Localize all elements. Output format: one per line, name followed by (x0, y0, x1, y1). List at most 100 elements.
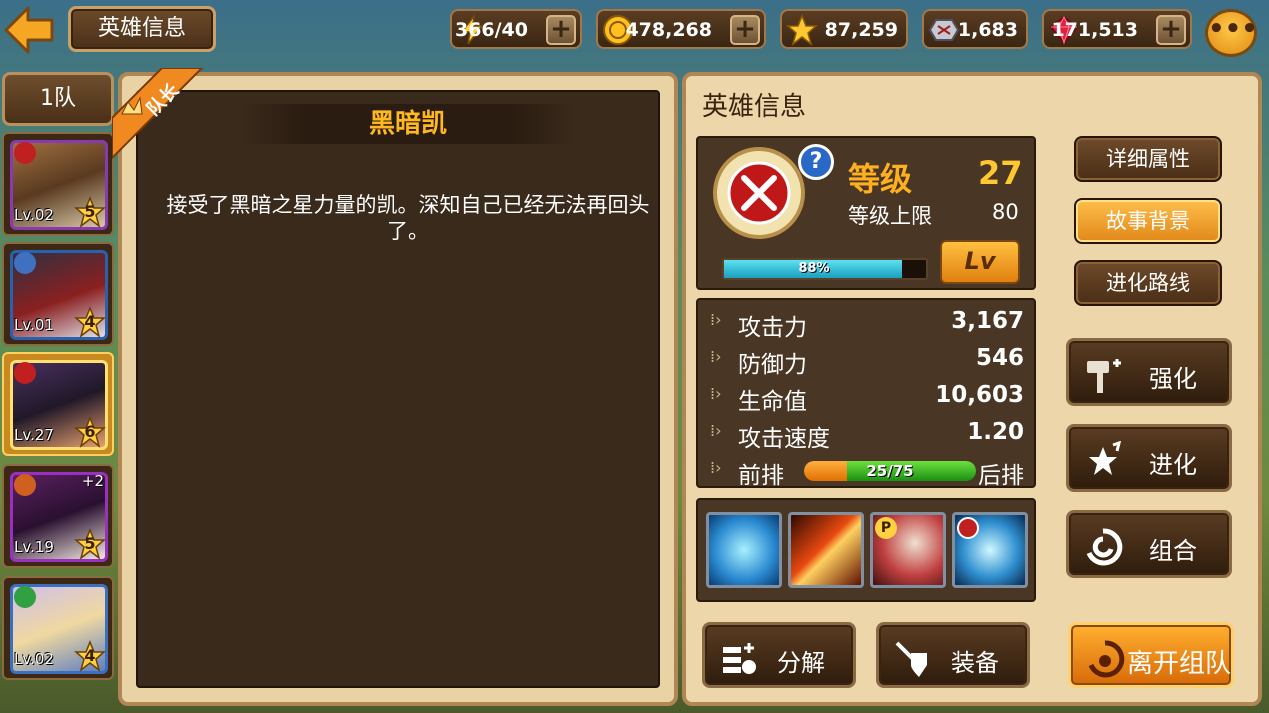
combine-label: 组合 (1149, 537, 1197, 565)
position-value: 25/75 (866, 462, 914, 480)
xp-bar: 88% (722, 258, 928, 280)
enhance-label: 强化 (1149, 365, 1197, 393)
stars-value: 87,259 (824, 19, 898, 41)
hero-stars: 4 (84, 646, 96, 665)
stat-defense: ⁞› 防御力 546 (710, 341, 1028, 378)
leave-team-icon (1088, 640, 1125, 678)
skill-ice-crystal-icon[interactable] (706, 512, 782, 588)
add-stamina-button[interactable]: + (546, 15, 576, 45)
level-up-label: Lv (964, 247, 996, 275)
add-ruby-button[interactable]: + (1156, 15, 1186, 45)
hero-info-panel: 英雄信息 ? 等级 27 等级上限 80 88% Lv ⁞› 攻击力 3,167… (682, 72, 1262, 706)
crystal-icon (928, 19, 960, 41)
equip-button[interactable]: 装备 (876, 622, 1030, 688)
hero-stars: 5 (84, 202, 96, 221)
stamina-value: 366/40 (454, 19, 528, 41)
stat-label: 攻击力 (738, 315, 807, 341)
stat-label: 攻击速度 (738, 426, 830, 452)
stat-value: 546 (975, 345, 1024, 371)
add-gold-button[interactable]: + (730, 15, 760, 45)
help-icon[interactable]: ? (798, 144, 834, 180)
hero-level: Lv.27 (14, 426, 54, 444)
gold-counter: 478,268 + (596, 9, 766, 49)
stat-bullet-icon: ⁞› (710, 347, 722, 366)
back-arrow-icon (4, 6, 54, 54)
stat-value: 3,167 (951, 308, 1024, 334)
hero-slot-5[interactable]: Lv.02 4 (2, 576, 114, 680)
stat-bullet-icon: ⁞› (710, 458, 722, 477)
stamina-counter: 366/40 + (450, 9, 582, 49)
skill-ultimate-icon[interactable] (952, 512, 1028, 588)
decompose-label: 分解 (777, 649, 825, 677)
hero-plus-level: +2 (81, 472, 104, 490)
stat-value: 1.20 (967, 419, 1024, 445)
stars-counter: 87,259 (780, 9, 908, 49)
evolve-star-icon (1089, 441, 1122, 475)
stat-bullet-icon: ⁞› (710, 310, 722, 329)
ruby-counter: 171,513 + (1042, 9, 1192, 49)
hero-slot-1[interactable]: Lv.02 5 (2, 132, 114, 236)
hero-level: Lv.19 (14, 538, 54, 556)
hero-slot-4[interactable]: +2 Lv.19 5 (2, 464, 114, 568)
level-box: ? 等级 27 等级上限 80 88% Lv (696, 136, 1036, 290)
detail-attributes-button[interactable]: 详细属性 (1074, 136, 1222, 182)
stat-label: 生命值 (738, 389, 807, 415)
hero-level: Lv.01 (14, 316, 54, 334)
evolve-button[interactable]: 进化 (1066, 424, 1232, 492)
story-content: 黑暗凯 接受了黑暗之星力量的凯。深知自己已经无法再回头了。 (136, 90, 660, 688)
ruby-value: 171,513 (1051, 19, 1138, 41)
stat-attack-speed: ⁞› 攻击速度 1.20 (710, 415, 1028, 452)
captain-ribbon: 队长 (112, 68, 212, 168)
chat-button[interactable]: ••• (1205, 9, 1258, 57)
stat-position: ⁞› 前排 25/75 后排 (710, 452, 1028, 489)
skills-box: P (696, 498, 1036, 602)
stat-bullet-icon: ⁞› (710, 421, 722, 440)
combine-button[interactable]: 组合 (1066, 510, 1232, 578)
stats-box: ⁞› 攻击力 3,167 ⁞› 防御力 546 ⁞› 生命值 10,603 ⁞›… (696, 298, 1036, 489)
level-cap-value: 80 (992, 200, 1019, 224)
star-rank-icon: 5 (74, 527, 106, 560)
stat-label: 防御力 (738, 352, 807, 378)
hammer-icon (1087, 359, 1121, 393)
story-text: 接受了黑暗之星力量的凯。深知自己已经无法再回头了。 (166, 193, 650, 243)
sword-shield-icon (895, 641, 927, 677)
ultimate-badge-icon (957, 517, 979, 539)
hero-stars: 6 (84, 422, 96, 441)
level-up-button[interactable]: Lv (940, 240, 1020, 284)
decompose-icon (723, 643, 756, 674)
equip-label: 装备 (951, 649, 999, 677)
passive-badge-icon: P (875, 517, 897, 539)
enhance-button[interactable]: 强化 (1066, 338, 1232, 406)
skill-fire-slash-icon[interactable] (788, 512, 864, 588)
stat-attack: ⁞› 攻击力 3,167 (710, 304, 1028, 341)
shield-class-icon (14, 252, 36, 274)
level-cap-label: 等级上限 (848, 204, 932, 228)
leave-team-label: 离开组队 (1127, 649, 1232, 679)
info-title: 英雄信息 (702, 92, 807, 122)
skill-passive-icon[interactable]: P (870, 512, 946, 588)
story-background-button[interactable]: 故事背景 (1074, 198, 1222, 244)
back-button[interactable] (2, 2, 56, 58)
team-tab[interactable]: 1队 (2, 72, 114, 126)
star-rank-icon: 4 (74, 639, 106, 672)
evolve-label: 进化 (1149, 451, 1197, 479)
leave-team-button[interactable]: 离开组队 (1068, 622, 1234, 688)
page-title: 英雄信息 (68, 6, 216, 52)
level-value: 27 (978, 154, 1023, 192)
decompose-button[interactable]: 分解 (702, 622, 856, 688)
hero-stars: 5 (84, 534, 96, 553)
hero-level: Lv.02 (14, 650, 54, 668)
front-row-label: 前排 (738, 463, 784, 489)
evolution-route-button[interactable]: 进化路线 (1074, 260, 1222, 306)
back-row-label: 后排 (978, 463, 1024, 489)
star-rank-icon: 6 (74, 415, 106, 448)
healer-class-icon (14, 586, 36, 608)
star-rank-icon: 5 (74, 195, 106, 228)
crystal-value: 1,683 (957, 19, 1018, 41)
chat-bubble-icon: ••• (1208, 14, 1258, 44)
hero-stars: 4 (84, 312, 96, 331)
hero-slot-3-selected[interactable]: Lv.27 6 (2, 352, 114, 456)
hero-slot-2[interactable]: Lv.01 4 (2, 242, 114, 346)
combine-swirl-icon (1086, 528, 1123, 566)
attack-class-icon (14, 142, 36, 164)
